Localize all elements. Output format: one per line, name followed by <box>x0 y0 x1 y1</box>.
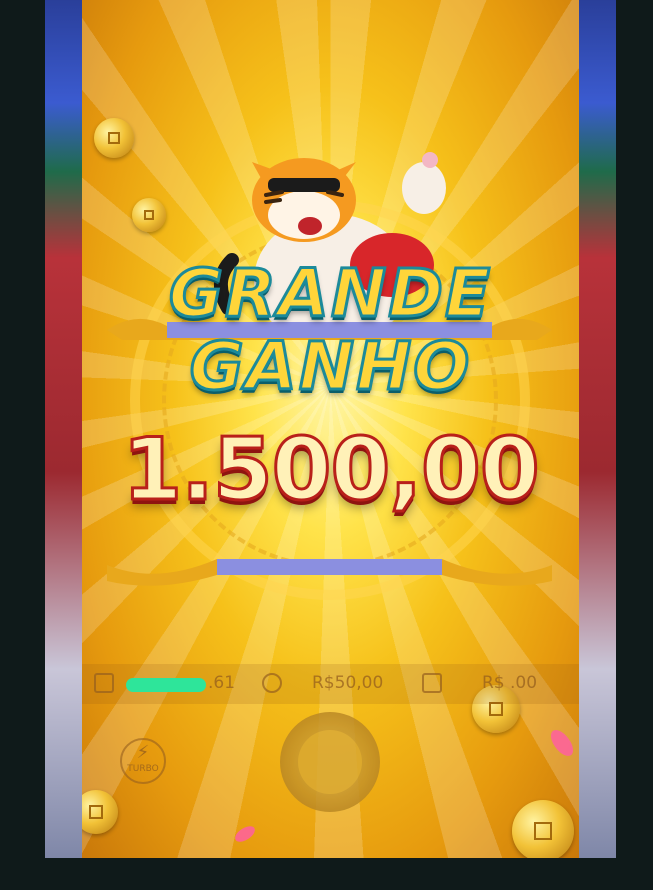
bet-display: R$50,00 <box>262 673 383 693</box>
amount-ribbon-bottom <box>107 559 552 586</box>
big-win-title-line1: GRANDE <box>167 254 493 334</box>
coins-icon <box>262 673 282 693</box>
turbo-label: TURBO <box>127 764 159 774</box>
background-left-strip <box>45 0 85 858</box>
lightning-icon: ⚡ <box>136 742 150 763</box>
win-amount: 1.500,00 <box>121 419 541 522</box>
turbo-button[interactable]: ⚡ TURBO <box>120 738 166 784</box>
coin-icon <box>94 118 134 158</box>
big-win-title-line2: GANHO <box>188 327 472 407</box>
background-right-strip <box>578 0 616 858</box>
balance-display <box>94 673 114 693</box>
balance-suffix: .61 <box>208 673 236 693</box>
win-icon <box>422 673 442 693</box>
game-screen: GRANDE GANHO 1.500,00 .61 R$50,00 R$ .00… <box>82 0 579 858</box>
bet-value: R$50,00 <box>312 673 384 693</box>
redaction-mark <box>126 678 206 692</box>
wallet-icon <box>94 673 114 693</box>
spin-button[interactable] <box>280 712 380 812</box>
coin-icon <box>512 800 574 858</box>
balance-value: .61 <box>208 673 235 693</box>
status-bar: .61 R$50,00 R$ .00 <box>82 664 579 704</box>
coin-icon <box>132 198 166 232</box>
spin-icon <box>298 730 362 794</box>
win-display: R$ .00 <box>422 673 537 693</box>
win-value: R$ .00 <box>482 673 538 693</box>
